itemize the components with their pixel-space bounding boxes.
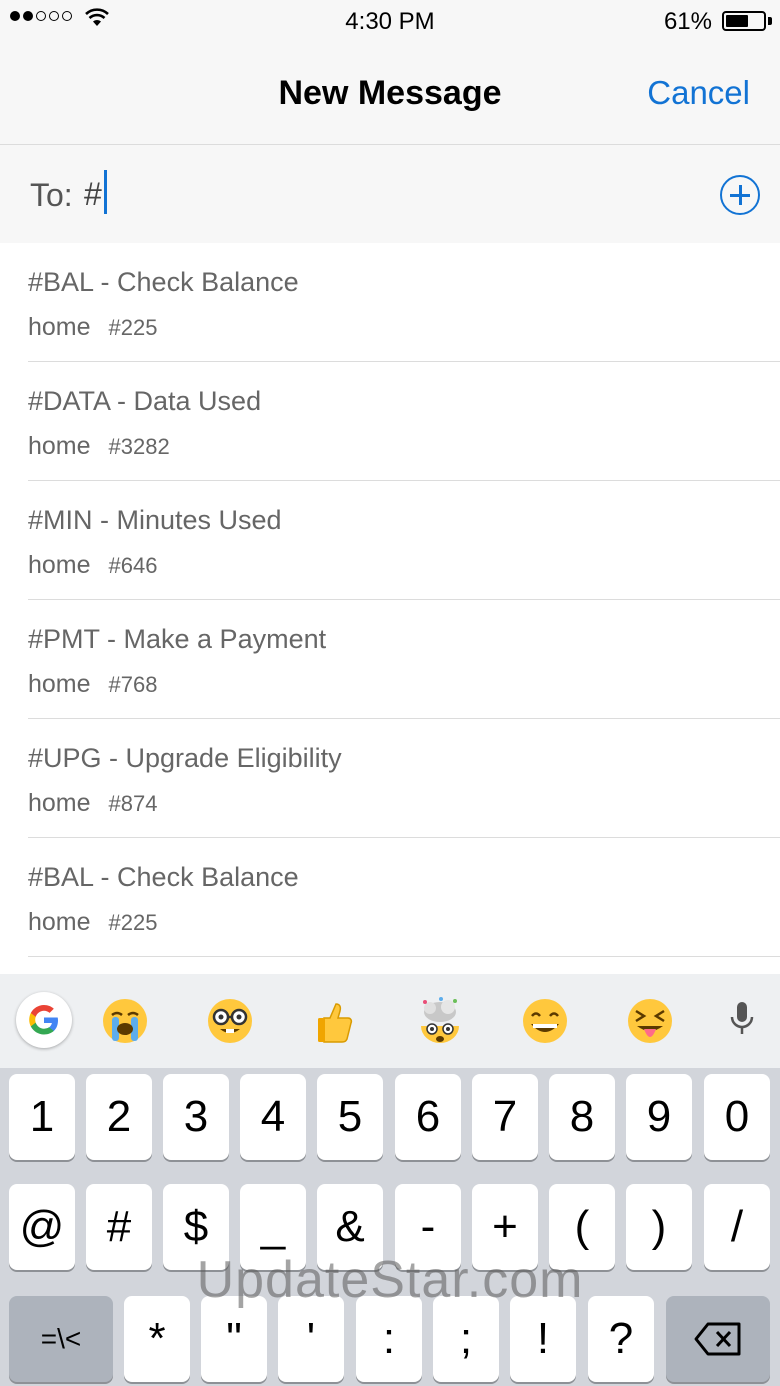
watermark: UpdateStar.com bbox=[196, 1251, 584, 1309]
contact-number: #768 bbox=[108, 672, 158, 697]
google-icon[interactable] bbox=[16, 992, 72, 1048]
key-8[interactable]: 8 bbox=[549, 1074, 615, 1160]
key-3[interactable]: 3 bbox=[163, 1074, 229, 1160]
list-item[interactable]: #BAL - Check Balance home #225 bbox=[28, 243, 780, 362]
keyboard: 1 2 3 4 5 6 7 8 9 0 @ # $ _ & - + ( ) / … bbox=[0, 974, 780, 1386]
suggestion-bar bbox=[0, 974, 780, 1068]
contact-name: #UPG - Upgrade Eligibility bbox=[28, 743, 342, 773]
contact-number: #225 bbox=[108, 315, 158, 340]
contact-number: #874 bbox=[108, 791, 158, 816]
recipient-bar: To: bbox=[0, 145, 780, 243]
crying-face-icon[interactable] bbox=[100, 996, 150, 1046]
cancel-button[interactable]: Cancel bbox=[647, 74, 750, 112]
key-6[interactable]: 6 bbox=[395, 1074, 461, 1160]
contact-type: home bbox=[28, 313, 91, 341]
contact-number: #646 bbox=[108, 553, 158, 578]
thumbs-up-icon[interactable] bbox=[310, 996, 360, 1046]
navigation-bar: New Message Cancel bbox=[0, 42, 780, 145]
key-4[interactable]: 4 bbox=[240, 1074, 306, 1160]
contact-name: #BAL - Check Balance bbox=[28, 862, 299, 892]
key-2[interactable]: 2 bbox=[86, 1074, 152, 1160]
key-5[interactable]: 5 bbox=[317, 1074, 383, 1160]
key-0[interactable]: 0 bbox=[704, 1074, 770, 1160]
contact-number: #3282 bbox=[108, 434, 170, 459]
key-9[interactable]: 9 bbox=[626, 1074, 692, 1160]
battery-tip bbox=[768, 17, 772, 25]
contact-type: home bbox=[28, 670, 91, 698]
squinting-tongue-face-icon[interactable] bbox=[625, 996, 675, 1046]
contact-type: home bbox=[28, 908, 91, 936]
key-1[interactable]: 1 bbox=[9, 1074, 75, 1160]
key-7[interactable]: 7 bbox=[472, 1074, 538, 1160]
contact-suggestions-list: #BAL - Check Balance home #225 #DATA - Da… bbox=[0, 243, 780, 957]
contact-type: home bbox=[28, 789, 91, 817]
contact-name: #MIN - Minutes Used bbox=[28, 505, 282, 535]
recipient-input[interactable] bbox=[84, 173, 644, 215]
add-contact-icon[interactable] bbox=[720, 175, 760, 215]
contact-type: home bbox=[28, 432, 91, 460]
text-caret bbox=[104, 170, 107, 214]
list-item[interactable]: #UPG - Upgrade Eligibility home #874 bbox=[28, 719, 780, 838]
nerd-face-icon[interactable] bbox=[205, 996, 255, 1046]
grinning-face-icon[interactable] bbox=[520, 996, 570, 1046]
battery-percent: 61% bbox=[663, 8, 712, 35]
status-bar: 4:30 PM 61% bbox=[0, 0, 780, 42]
microphone-icon[interactable] bbox=[728, 1000, 756, 1040]
contact-name: #DATA - Data Used bbox=[28, 386, 262, 416]
battery-icon bbox=[722, 11, 766, 31]
list-item[interactable]: #BAL - Check Balance home #225 bbox=[28, 838, 780, 957]
list-item[interactable]: #MIN - Minutes Used home #646 bbox=[28, 481, 780, 600]
contact-name: #BAL - Check Balance bbox=[28, 267, 299, 297]
contact-type: home bbox=[28, 551, 91, 579]
backspace-icon bbox=[694, 1322, 741, 1356]
contact-name: #PMT - Make a Payment bbox=[28, 624, 327, 654]
to-label: To: bbox=[30, 177, 73, 213]
list-item[interactable]: #DATA - Data Used home #3282 bbox=[28, 362, 780, 481]
list-item[interactable]: #PMT - Make a Payment home #768 bbox=[28, 600, 780, 719]
contact-number: #225 bbox=[108, 910, 158, 935]
exploding-head-icon[interactable] bbox=[415, 996, 465, 1046]
